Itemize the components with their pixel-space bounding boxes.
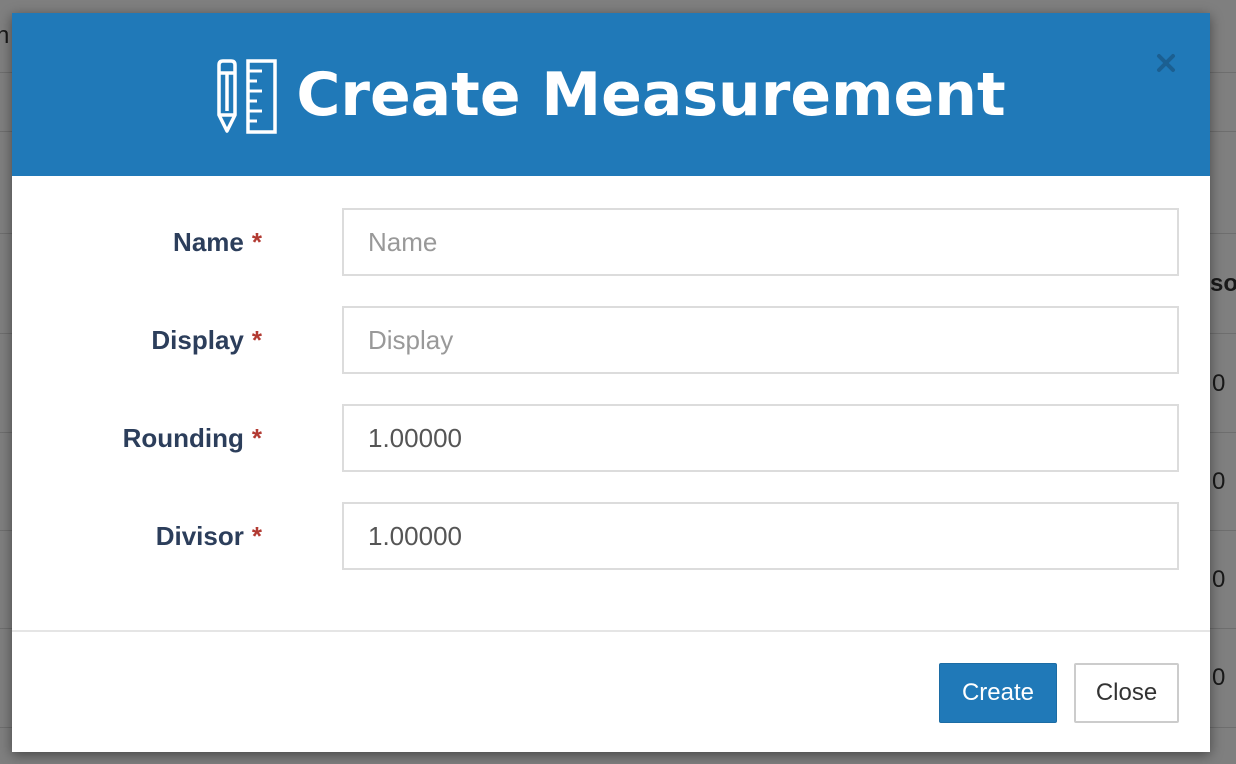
close-button[interactable]: Close [1074, 663, 1179, 723]
pencil-ruler-icon [217, 58, 278, 134]
create-measurement-modal: Create Measurement Name * Display * [12, 13, 1210, 752]
modal-close-button[interactable] [1152, 49, 1180, 77]
modal-body: Name * Display * Rounding * Divisor * [12, 176, 1210, 630]
display-label-text: Display [151, 324, 244, 355]
divisor-input[interactable] [342, 502, 1179, 570]
name-label: Name * [173, 208, 262, 276]
required-marker: * [251, 422, 262, 453]
form-row-name: Name * [12, 208, 1210, 276]
required-marker: * [251, 226, 262, 257]
form-row-rounding: Rounding * [12, 404, 1210, 472]
rounding-label-text: Rounding [122, 422, 244, 453]
display-input[interactable] [342, 306, 1179, 374]
rounding-label: Rounding * [123, 404, 262, 472]
display-label: Display * [151, 306, 262, 374]
create-button[interactable]: Create [939, 663, 1057, 723]
required-marker: * [251, 324, 262, 355]
modal-title: Create Measurement [296, 59, 1006, 130]
modal-header: Create Measurement [12, 13, 1210, 176]
divisor-label: Divisor * [156, 502, 262, 570]
close-icon [1157, 54, 1175, 72]
name-label-text: Name [173, 226, 244, 257]
name-input[interactable] [342, 208, 1179, 276]
form-row-divisor: Divisor * [12, 502, 1210, 570]
divisor-label-text: Divisor [155, 520, 244, 551]
rounding-input[interactable] [342, 404, 1179, 472]
required-marker: * [251, 520, 262, 551]
modal-footer: Create Close [12, 630, 1210, 752]
form-row-display: Display * [12, 306, 1210, 374]
modal-title-wrap: Create Measurement [12, 13, 1210, 176]
